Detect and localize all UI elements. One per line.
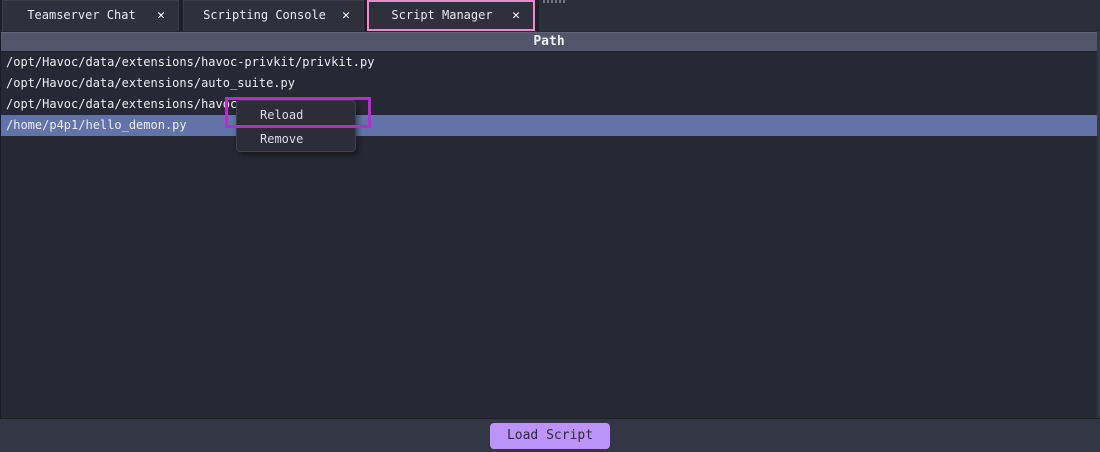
script-row-auto-suite[interactable]: /opt/Havoc/data/extensions/auto_suite.py — [1, 73, 1097, 94]
tab-script-manager-active[interactable]: Script Manager ✕ — [367, 0, 535, 31]
tab-teamserver-chat[interactable]: Teamserver Chat ✕ — [2, 0, 179, 31]
tab-scripting-console[interactable]: Scripting Console ✕ — [183, 0, 364, 31]
load-script-button[interactable]: Load Script — [490, 423, 610, 449]
menu-item-remove[interactable]: Remove — [237, 127, 355, 151]
tab-label: Teamserver Chat — [27, 1, 153, 30]
close-icon[interactable]: ✕ — [342, 1, 350, 31]
script-row-hello-demon-selected[interactable]: /home/p4p1/hello_demon.py — [1, 115, 1097, 136]
script-manager-panel: Path /opt/Havoc/data/extensions/havoc-pr… — [0, 31, 1097, 418]
menu-item-reload[interactable]: Reload — [237, 103, 355, 127]
dock-drag-handle-icon[interactable] — [543, 0, 565, 3]
context-menu: Reload Remove — [236, 100, 356, 152]
close-icon[interactable]: ✕ — [157, 1, 165, 31]
column-header-path[interactable]: Path — [1, 31, 1097, 52]
script-row-havoc-obscured[interactable]: /opt/Havoc/data/extensions/havoc — [1, 94, 1097, 115]
tab-bar: Teamserver Chat ✕ Scripting Console ✕ Sc… — [0, 0, 1100, 31]
tab-label: Script Manager — [391, 2, 510, 29]
tab-label: Scripting Console — [203, 1, 344, 30]
script-row-privkit[interactable]: /opt/Havoc/data/extensions/havoc-privkit… — [1, 52, 1097, 73]
close-icon[interactable]: ✕ — [512, 2, 520, 29]
bottom-bar: Load Script — [0, 418, 1100, 452]
